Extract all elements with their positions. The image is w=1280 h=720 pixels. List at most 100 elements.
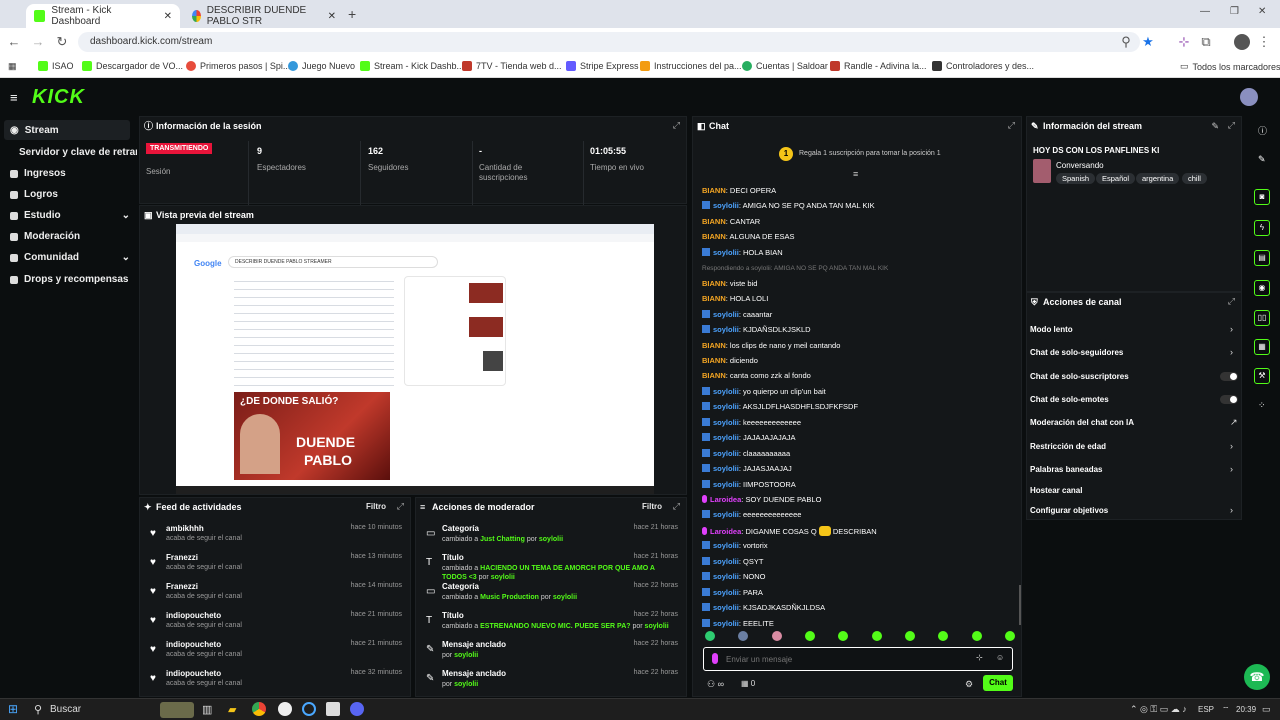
extensions-icon[interactable]: ⧉: [1198, 34, 1214, 50]
notifications-icon[interactable]: ▭: [1262, 704, 1271, 715]
feed-row[interactable]: ♥ ambikhhh acaba de seguir el canal hace 10…: [148, 522, 402, 550]
mod-action-row[interactable]: ✎ Mensaje anclado por soylolii hace 22 hora…: [424, 638, 678, 666]
expand-icon[interactable]: ⤢: [1228, 120, 1235, 131]
new-tab-button[interactable]: +: [348, 6, 356, 22]
network-icon[interactable]: ⌔: [1222, 705, 1230, 715]
stream-video[interactable]: Google DESCRIBIR DUENDE PABLO STREAMER ¿…: [176, 224, 654, 494]
chat-username[interactable]: soylolii: [713, 572, 739, 581]
feed-username[interactable]: indiopoucheto: [166, 611, 221, 620]
app-icon[interactable]: [302, 702, 316, 716]
tab-google-search[interactable]: DESCRIBIR DUENDE PABLO STR ✕: [184, 4, 344, 28]
file-explorer-icon[interactable]: ▰: [228, 703, 236, 716]
feed-username[interactable]: ambikhhh: [166, 524, 204, 533]
bookmark-item[interactable]: Primeros pasos | Spi...: [186, 61, 290, 71]
emote-icon[interactable]: [738, 631, 749, 641]
chevron-right-icon[interactable]: ›: [1230, 324, 1233, 334]
forward-icon[interactable]: →: [30, 34, 46, 50]
7tv-emote-icon[interactable]: ⊹: [976, 653, 983, 662]
external-link-icon[interactable]: ↗: [1230, 417, 1238, 428]
bookmark-item[interactable]: Stream - Kick Dashb...: [360, 61, 464, 71]
widgets-icon[interactable]: [160, 702, 194, 718]
sidebar-item-comunidad[interactable]: Comunidad ⌄: [10, 252, 130, 263]
feed-username[interactable]: indiopoucheto: [166, 640, 221, 649]
user-avatar[interactable]: [1240, 88, 1258, 106]
chat-username[interactable]: BIANN: [702, 186, 726, 195]
chat-message[interactable]: soylolii: KJDAÑSDLKJSKLD: [702, 325, 811, 334]
chat-username[interactable]: Laroidea: [710, 495, 741, 504]
channel-action-goals[interactable]: Configurar objetivos: [1030, 506, 1108, 515]
chat-message[interactable]: soylolii: JAJAJAJAJAJA: [702, 433, 796, 442]
emote-icon[interactable]: [771, 631, 782, 641]
bookmark-item[interactable]: ISAO: [38, 61, 74, 71]
rail-button-bolt[interactable]: ϟ: [1254, 220, 1270, 236]
chat-message[interactable]: soylolii: JAJASJAAJAJ: [702, 464, 792, 473]
close-icon[interactable]: ✕: [328, 11, 336, 22]
channel-action-slow-mode[interactable]: Modo lento: [1030, 325, 1073, 334]
bookmark-item[interactable]: Instrucciones del pa...: [640, 61, 742, 71]
chat-message[interactable]: BIANN: diciendo: [702, 356, 758, 365]
minimize-icon[interactable]: —: [1200, 6, 1210, 17]
channel-action-emotes-only[interactable]: Chat de solo-emotes: [1030, 395, 1109, 404]
sidebar-item-ingresos[interactable]: Ingresos: [10, 168, 66, 179]
apps-grid-icon[interactable]: ▦: [8, 61, 17, 72]
chat-username[interactable]: BIANN: [702, 371, 726, 380]
sidebar-item-server-key[interactable]: Servidor y clave de retransmisión: [19, 147, 137, 158]
profile-avatar-icon[interactable]: [1234, 34, 1250, 50]
sidebar-item-stream[interactable]: ◉ Stream: [10, 125, 59, 136]
feed-row[interactable]: ♥ Franezzi acaba de seguir el canal hace 14…: [148, 580, 402, 608]
chat-username[interactable]: BIANN: [702, 232, 726, 241]
chat-username[interactable]: Laroidea: [710, 527, 741, 536]
bookmark-item[interactable]: Descargador de VO...: [82, 61, 183, 71]
pencil-icon[interactable]: ✎: [1258, 154, 1266, 165]
chat-username[interactable]: BIANN: [702, 294, 726, 303]
chat-message[interactable]: soylolii: HOLA BIAN: [702, 247, 783, 257]
bookmark-star-icon[interactable]: ★: [1140, 34, 1156, 50]
chat-username[interactable]: soylolii: [713, 418, 739, 427]
filter-button[interactable]: Filtro: [642, 502, 662, 511]
zoom-icon[interactable]: ⚲: [1118, 34, 1134, 50]
mod-action-row[interactable]: T Título cambiado a ESTRENANDO NUEVO MIC. …: [424, 609, 678, 637]
rail-button-tools[interactable]: ⚒: [1254, 368, 1270, 384]
chat-message[interactable]: Respondiendo a soylolii: AMIGA NO SE PQ …: [702, 263, 888, 272]
notepad-icon[interactable]: [326, 702, 340, 716]
bookmark-item[interactable]: Juego Nuevo: [288, 61, 355, 71]
chat-input[interactable]: [726, 651, 966, 667]
windows-start-icon[interactable]: ⊞: [8, 702, 18, 716]
bookmark-item[interactable]: Controladores y des...: [932, 61, 1034, 71]
emotes-only-toggle[interactable]: [1220, 395, 1238, 404]
emote-icon[interactable]: [705, 631, 715, 641]
sidebar-item-moderacion[interactable]: Moderación: [10, 231, 80, 242]
expand-icon[interactable]: ⤢: [673, 501, 680, 512]
chat-message[interactable]: soylolii: eeeeeeeeeeeeee: [702, 510, 801, 519]
gift-sub-prompt[interactable]: Regala 1 suscripción para tomar la posic…: [799, 150, 941, 157]
rail-more-icon[interactable]: ⁘: [1258, 400, 1266, 411]
emote-icon[interactable]: [904, 631, 915, 641]
sidebar-item-drops[interactable]: Drops y recompensas: [10, 274, 129, 285]
taskbar-search[interactable]: Buscar: [50, 704, 81, 715]
mod-action-row[interactable]: T Título cambiado a HACIENDO UN TEMA DE AM…: [424, 551, 678, 581]
chat-username[interactable]: soylolii: [713, 464, 739, 473]
tray-icons[interactable]: ⌃ ◎ ⚿ ▭ ☁ ♪: [1130, 704, 1187, 715]
expand-icon[interactable]: ⤢: [1228, 296, 1235, 307]
rail-button-camera[interactable]: ◙: [1254, 189, 1270, 205]
chat-message[interactable]: BIANN: HOLA LOLI: [702, 294, 768, 303]
url-bar[interactable]: dashboard.kick.com/stream: [78, 32, 1140, 52]
chat-username[interactable]: soylolii: [713, 557, 739, 566]
sidebar-item-estudio[interactable]: Estudio ⌄: [10, 210, 130, 221]
chat-message[interactable]: BIANN: canta como zzk al fondo: [702, 371, 811, 380]
chat-message[interactable]: Laroidea: DIGANME COSAS Q DESCRIBAN: [702, 525, 877, 536]
channel-action-host[interactable]: Hostear canal: [1030, 486, 1082, 495]
channel-action-followers-only[interactable]: Chat de solo-seguidores: [1030, 348, 1123, 357]
rail-button-split[interactable]: ▯▯: [1254, 310, 1270, 326]
feed-row[interactable]: ♥ Franezzi acaba de seguir el canal hace 13…: [148, 551, 402, 579]
chat-message[interactable]: soylolii: KJSADJKASDÑKJLDSA: [702, 603, 825, 612]
close-icon[interactable]: ✕: [164, 11, 172, 22]
clock[interactable]: 20:39: [1236, 705, 1256, 714]
feed-username[interactable]: Franezzi: [166, 582, 198, 591]
kick-logo[interactable]: KICK: [32, 86, 85, 109]
maximize-icon[interactable]: ❐: [1230, 6, 1239, 17]
task-view-icon[interactable]: ▥: [202, 703, 212, 716]
chat-username[interactable]: soylolii: [713, 201, 739, 210]
info-icon[interactable]: ⓘ: [1258, 124, 1267, 137]
chat-message[interactable]: soylolii: claaaaaaaaaa: [702, 448, 790, 458]
